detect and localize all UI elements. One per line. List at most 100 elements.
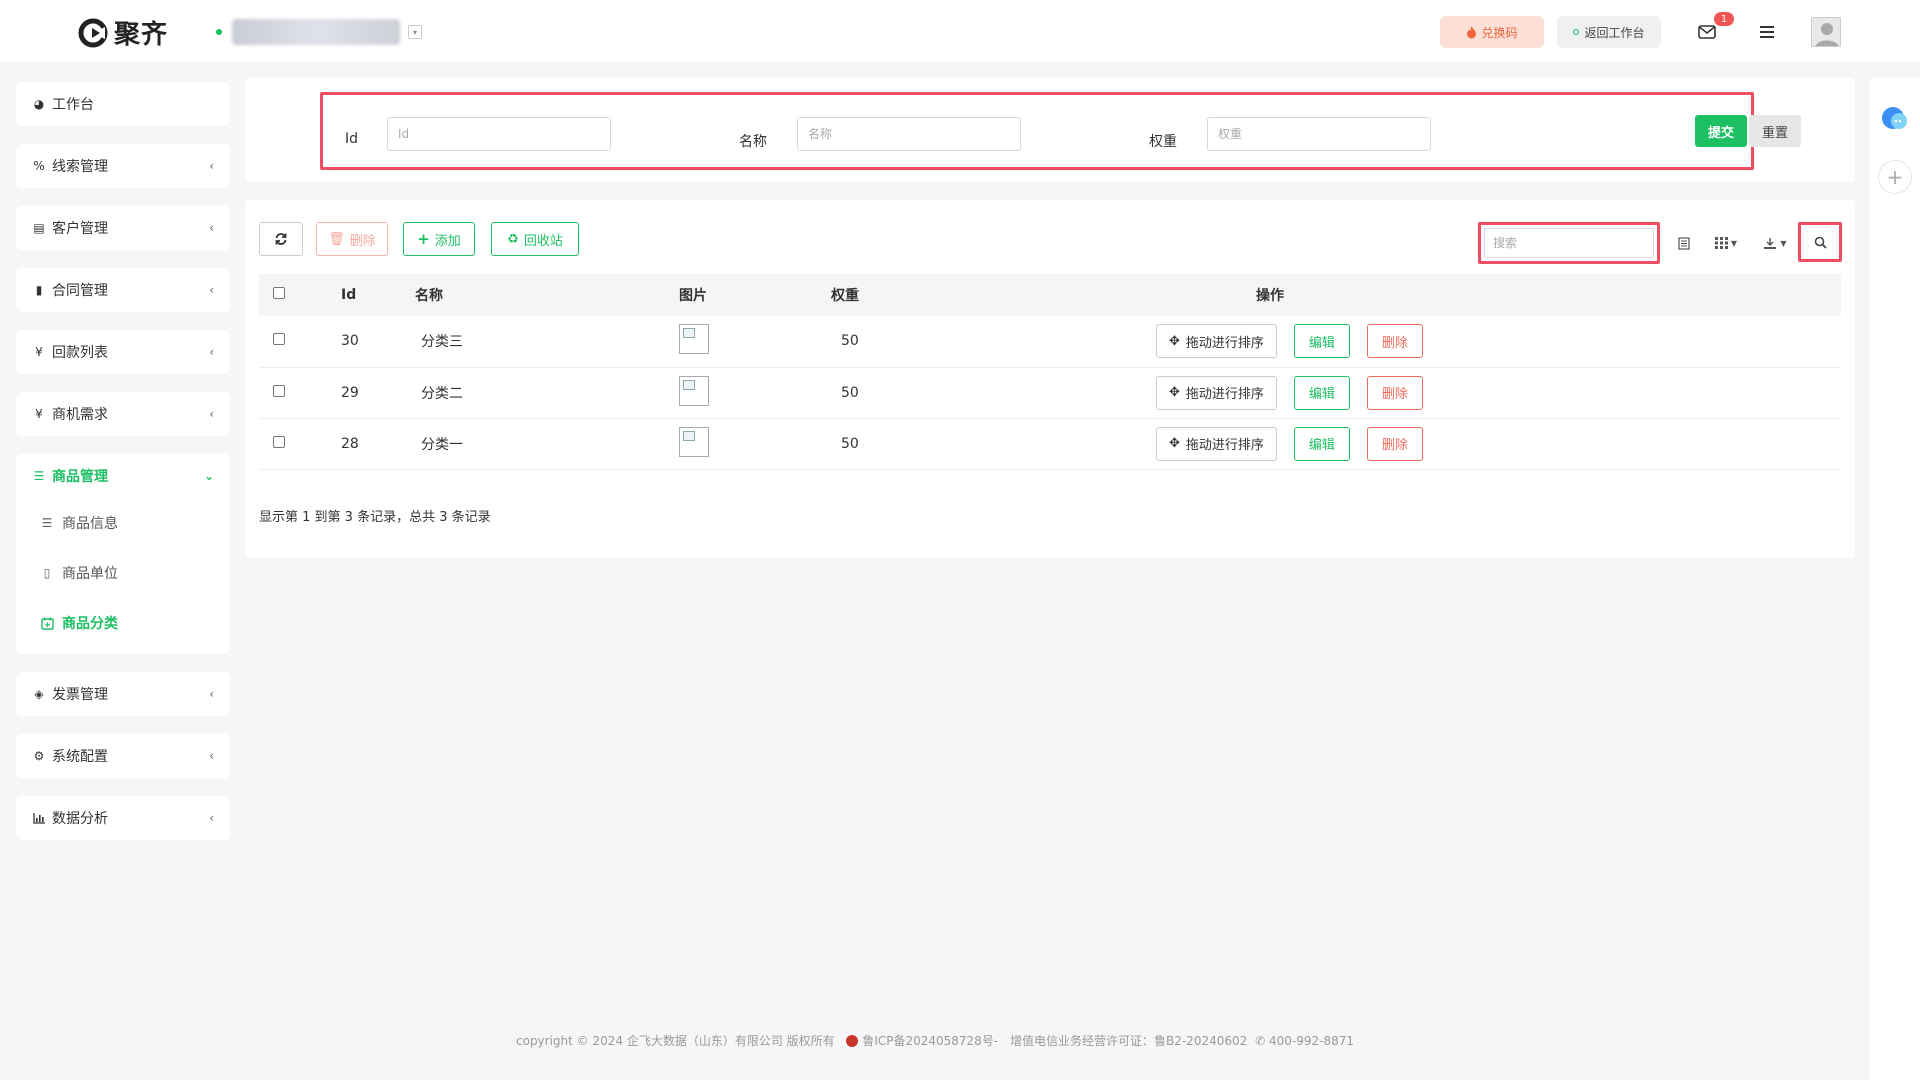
name-filter-input[interactable]	[797, 117, 1021, 151]
plus-icon: +	[1886, 165, 1904, 189]
search-dot-icon	[1573, 29, 1580, 35]
back-to-workbench-button[interactable]: 返回工作台	[1557, 16, 1661, 48]
move-icon: ✥	[1169, 333, 1180, 349]
sidebar-item-label: 商机需求	[52, 407, 108, 423]
export-button[interactable]: ▼	[1757, 228, 1793, 258]
org-name-blurred[interactable]	[232, 19, 400, 45]
drag-sort-label: 拖动进行排序	[1185, 387, 1264, 402]
search-highlight-box	[1478, 222, 1660, 264]
redeem-code-label: 兑换码	[1481, 25, 1518, 40]
name-filter-label: 名称	[739, 134, 767, 150]
row-weight: 50	[831, 418, 1156, 470]
sidebar-subitem-product-category[interactable]: 商品分类	[16, 598, 230, 648]
refresh-icon	[275, 233, 287, 245]
sidebar-item-opportunities[interactable]: ¥ 商机需求 ‹	[16, 392, 230, 436]
recycle-bin-label: 回收站	[523, 233, 563, 249]
row-checkbox[interactable]	[273, 384, 285, 397]
edit-button[interactable]: 编辑	[1293, 324, 1350, 359]
mail-badge: 1	[1714, 12, 1734, 26]
broken-image-icon[interactable]	[679, 324, 709, 355]
chevron-left-icon: ‹	[209, 811, 214, 825]
delete-button[interactable]: 删除	[1366, 426, 1423, 461]
yen-icon: ¥	[35, 345, 43, 359]
sidebar-item-label: 工作台	[52, 97, 94, 113]
delete-button[interactable]: 删除	[1366, 324, 1423, 359]
sidebar-item-label: 数据分析	[52, 811, 108, 827]
row-id: 30	[341, 316, 415, 368]
logo-text: 聚齐	[114, 20, 169, 50]
broken-image-icon[interactable]	[679, 426, 709, 457]
row-name: 分类一	[415, 418, 679, 470]
user-avatar[interactable]	[1811, 17, 1841, 47]
sidebar-item-label: 发票管理	[52, 687, 108, 703]
sidebar-subitem-product-info[interactable]: ☰ 商品信息	[16, 498, 230, 548]
sidebar-item-system-config[interactable]: ⚙ 系统配置 ‹	[16, 734, 230, 778]
sidebar-subitem-label: 商品分类	[62, 616, 118, 632]
delete-button[interactable]: 删除	[1366, 375, 1423, 410]
org-caret-icon[interactable]: ▾	[408, 25, 422, 39]
columns-button[interactable]: ▼	[1707, 228, 1745, 258]
column-header-id[interactable]: Id	[341, 274, 415, 316]
sidebar-item-contracts[interactable]: ▮ 合同管理 ‹	[16, 268, 230, 312]
sidebar-item-products[interactable]: ☰ 商品管理 ⌄	[16, 454, 230, 498]
submit-button[interactable]: 提交	[1695, 115, 1747, 147]
yen-icon: ¥	[35, 407, 43, 421]
edit-button[interactable]: 编辑	[1293, 375, 1350, 410]
bar-chart-icon	[30, 812, 48, 824]
sidebar-item-customers[interactable]: ▤ 客户管理 ‹	[16, 206, 230, 250]
row-name: 分类三	[415, 316, 679, 368]
right-rail: +	[1870, 78, 1920, 1080]
hamburger-icon	[1760, 26, 1774, 38]
footer: copyright © 2024 企飞大数据（山东）有限公司 版权所有 鲁ICP…	[0, 1032, 1870, 1049]
row-image-cell	[679, 418, 831, 470]
search-button[interactable]	[1798, 222, 1842, 262]
drag-sort-button[interactable]: ✥ 拖动进行排序	[1156, 375, 1277, 410]
search-input[interactable]	[1484, 228, 1654, 258]
batch-delete-button[interactable]: 🗑 删除	[316, 222, 388, 256]
plus-icon: +	[417, 230, 430, 248]
chevron-left-icon: ‹	[209, 283, 214, 297]
top-header: 聚齐 ▾ 兑换码 返回工作台 1	[0, 0, 1920, 62]
id-filter-input[interactable]	[387, 117, 611, 151]
sidebar-item-analytics[interactable]: 数据分析 ‹	[16, 796, 230, 840]
sidebar-subitem-label: 商品信息	[62, 516, 118, 532]
drag-sort-button[interactable]: ✥ 拖动进行排序	[1156, 426, 1277, 461]
broken-image-icon[interactable]	[679, 375, 709, 406]
sidebar-item-workbench[interactable]: ◕ 工作台	[16, 82, 230, 126]
gears-icon: ⚙	[33, 749, 45, 763]
redeem-code-button[interactable]: 兑换码	[1440, 16, 1544, 48]
license-text: 增值电信业务经营许可证：鲁B2-20240602	[1009, 1034, 1248, 1048]
select-all-checkbox[interactable]	[273, 287, 285, 299]
sidebar-group-products: ☰ 商品管理 ⌄ ☰ 商品信息 ▯ 商品单位 商品分类	[16, 454, 230, 654]
filter-panel: Id 名称 权重 提交 重置	[245, 78, 1855, 182]
menu-button[interactable]	[1752, 17, 1782, 47]
select-all-cell	[259, 274, 341, 316]
sidebar-item-payments[interactable]: ¥ 回款列表 ‹	[16, 330, 230, 374]
logo[interactable]: 聚齐	[78, 14, 168, 51]
chat-assistant-icon[interactable]	[1880, 104, 1910, 134]
bookmark-icon: ▮	[35, 283, 43, 297]
row-id: 29	[341, 367, 415, 419]
sidebar-subitem-product-unit[interactable]: ▯ 商品单位	[16, 548, 230, 598]
weight-filter-input[interactable]	[1207, 117, 1431, 151]
row-select-cell	[259, 418, 341, 470]
drag-sort-button[interactable]: ✥ 拖动进行排序	[1156, 324, 1277, 359]
reset-button[interactable]: 重置	[1749, 115, 1801, 147]
caret-down-icon: ▼	[1780, 238, 1787, 248]
list-view-icon	[1678, 236, 1690, 250]
row-checkbox[interactable]	[273, 435, 285, 448]
toggle-view-button[interactable]	[1671, 228, 1697, 258]
row-checkbox[interactable]	[273, 333, 285, 346]
sidebar-item-invoices[interactable]: ◈ 发票管理 ‹	[16, 672, 230, 716]
weight-filter-label: 权重	[1149, 134, 1177, 150]
police-badge-icon	[846, 1035, 859, 1047]
add-button[interactable]: + 添加	[403, 222, 475, 256]
batch-delete-label: 删除	[349, 233, 376, 249]
sidebar-item-leads[interactable]: % 线索管理 ‹	[16, 144, 230, 188]
refresh-button[interactable]	[259, 222, 303, 256]
edit-button[interactable]: 编辑	[1293, 426, 1350, 461]
add-shortcut-button[interactable]: +	[1878, 160, 1912, 194]
recycle-bin-button[interactable]: ♻ 回收站	[491, 222, 579, 256]
chevron-left-icon: ‹	[209, 345, 214, 359]
icp-link[interactable]: 鲁ICP备2024058728号-	[862, 1034, 998, 1048]
